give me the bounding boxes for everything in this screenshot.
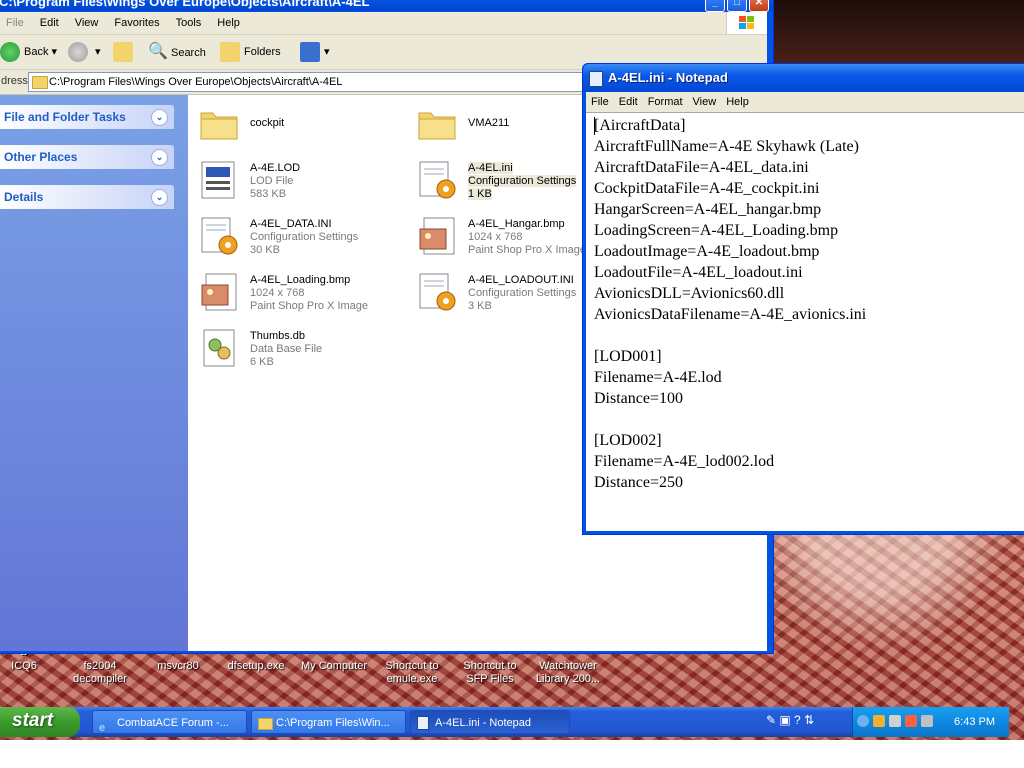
up-folder-icon [113, 42, 133, 63]
tray-network-icon[interactable] [889, 715, 901, 727]
system-tray: 6:43 PM [852, 707, 1009, 737]
chevron-down-icon[interactable]: ⌄ [151, 189, 168, 206]
menu-view[interactable]: View [67, 12, 107, 34]
taskbar-item-combatace[interactable]: e CombatACE Forum -... [92, 710, 247, 734]
forward-button[interactable]: ▾ [68, 39, 101, 65]
folders-icon [220, 42, 240, 63]
notepad-icon [417, 716, 429, 730]
notepad-menu-format[interactable]: Format [643, 92, 688, 112]
tray-security-icon[interactable] [905, 715, 917, 727]
explorer-title: C:\Program Files\Wings Over Europe\Objec… [0, 0, 370, 9]
chevron-down-icon[interactable]: ⌄ [151, 149, 168, 166]
taskbar: start e CombatACE Forum -... C:\Program … [0, 707, 1009, 737]
other-places-header[interactable]: Other Places ⌄ [0, 145, 174, 169]
image-file-icon [201, 273, 237, 311]
notepad-title-bar[interactable]: A-4EL.ini - Notepad [583, 64, 1024, 92]
maximize-button[interactable]: □ [727, 0, 747, 12]
file-item-thumbs-db[interactable]: Thumbs.db Data Base File 6 KB [198, 327, 408, 377]
folders-button[interactable]: Folders [220, 39, 281, 65]
taskbar-item-explorer[interactable]: C:\Program Files\Win... [251, 710, 406, 734]
address-label: dress [1, 75, 28, 87]
start-button[interactable]: start [0, 707, 80, 737]
address-input[interactable]: C:\Program Files\Wings Over Europe\Objec… [28, 72, 610, 92]
file-item-a-4e-lod[interactable]: A-4E.LOD LOD File 583 KB [198, 159, 408, 209]
config-file-icon [419, 273, 456, 311]
views-button[interactable]: ▾ [300, 39, 330, 65]
search-icon: 🔍 [148, 43, 168, 60]
config-file-icon [201, 217, 238, 255]
details-header[interactable]: Details ⌄ [0, 185, 174, 209]
image-file-icon [419, 217, 455, 255]
taskbar-item-notepad[interactable]: A-4EL.ini - Notepad [410, 710, 570, 734]
back-arrow-icon [0, 42, 20, 63]
volume-icon[interactable] [921, 715, 933, 727]
menu-edit[interactable]: Edit [32, 12, 67, 34]
lod-file-icon [201, 161, 235, 199]
tray-app-icon[interactable] [873, 715, 885, 727]
file-item-cockpit[interactable]: cockpit [198, 103, 408, 153]
internet-explorer-icon: e [99, 722, 106, 734]
folder-icon [32, 76, 48, 89]
menu-help[interactable]: Help [209, 12, 248, 34]
notepad-content: [AircraftData] AircraftFullName=A-4E Sky… [594, 117, 867, 491]
clock[interactable]: 6:43 PM [954, 707, 995, 737]
notepad-text-area[interactable]: [AircraftData] AircraftFullName=A-4E Sky… [586, 112, 1024, 531]
notepad-menu-edit[interactable]: Edit [614, 92, 643, 112]
quick-launch-icons[interactable]: ✎ ▣ ? ⇅ [766, 713, 814, 727]
notepad-title: A-4EL.ini - Notepad [608, 70, 728, 85]
folder-icon [258, 718, 273, 730]
minimize-button[interactable]: _ [705, 0, 725, 12]
notepad-menu-view[interactable]: View [688, 92, 722, 112]
up-folder-button[interactable] [113, 39, 137, 65]
chevron-down-icon[interactable]: ⌄ [151, 109, 168, 126]
notepad-icon [589, 71, 603, 87]
notepad-menu-bar: File Edit Format View Help [586, 92, 1024, 112]
notepad-menu-help[interactable]: Help [721, 92, 754, 112]
close-button[interactable]: ✕ [749, 0, 769, 12]
tray-expand-icon[interactable] [857, 715, 869, 727]
explorer-title-bar[interactable]: C:\Program Files\Wings Over Europe\Objec… [0, 0, 773, 11]
file-and-folder-tasks-header[interactable]: File and Folder Tasks ⌄ [0, 105, 174, 129]
file-item-a-4el-data-ini[interactable]: A-4EL_DATA.INI Configuration Settings 30… [198, 215, 408, 265]
notepad-menu-file[interactable]: File [586, 92, 614, 112]
folder-icon [418, 112, 456, 140]
config-file-icon [419, 161, 456, 199]
notepad-window: A-4EL.ini - Notepad File Edit Format View He… [582, 63, 1024, 535]
windows-logo-icon [726, 12, 767, 34]
forward-arrow-icon [68, 42, 88, 63]
explorer-menu-bar: File Edit View Favorites Tools Help [0, 12, 767, 35]
menu-file[interactable]: File [0, 12, 32, 34]
views-icon [300, 42, 320, 63]
task-pane: File and Folder Tasks ⌄ Other Places ⌄ Det… [0, 95, 188, 651]
search-button[interactable]: 🔍 Search [148, 39, 206, 65]
menu-favorites[interactable]: Favorites [106, 12, 167, 34]
file-item-a-4el-loading-bmp[interactable]: A-4EL_Loading.bmp 1024 x 768 Paint Shop … [198, 271, 408, 321]
back-button[interactable]: Back ▾ [0, 39, 57, 65]
folder-icon [200, 112, 238, 140]
database-file-icon [203, 329, 235, 367]
menu-tools[interactable]: Tools [168, 12, 210, 34]
